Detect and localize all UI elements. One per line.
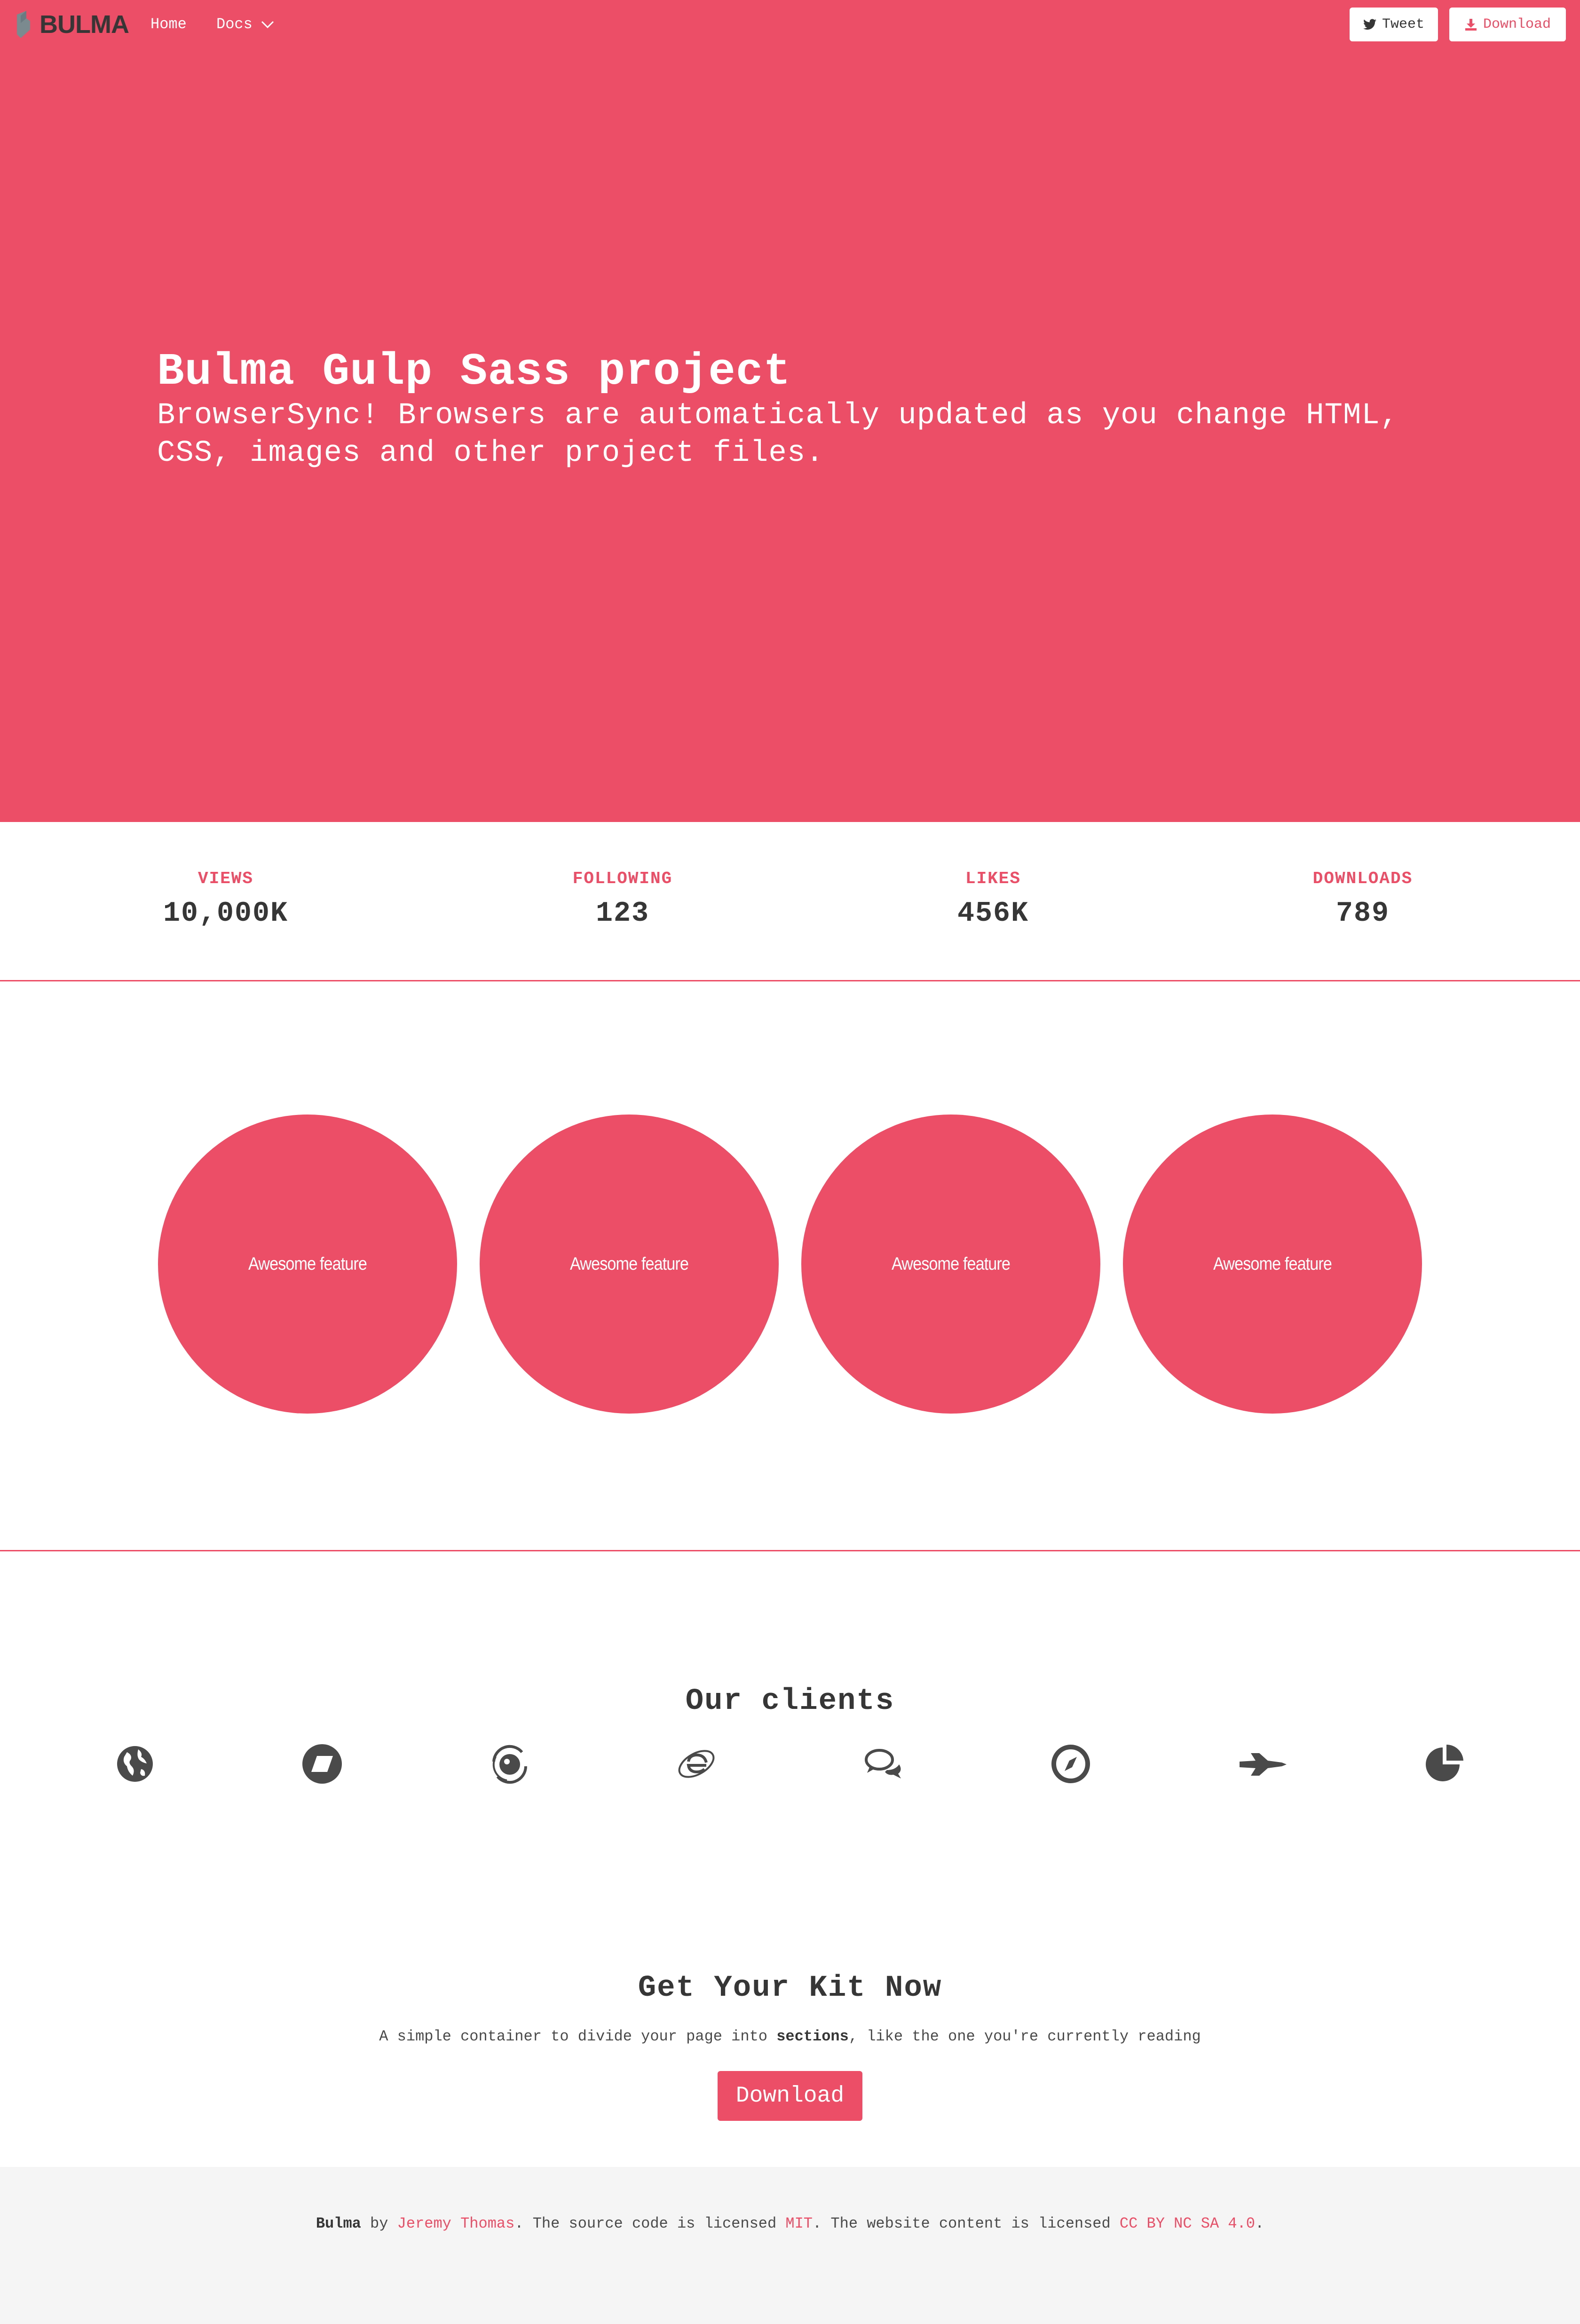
footer-brand: Bulma bbox=[316, 2215, 361, 2232]
footer-by: by bbox=[361, 2215, 397, 2232]
stat-downloads: DOWNLOADS 789 bbox=[1269, 869, 1457, 930]
download-icon bbox=[1465, 19, 1477, 31]
nav-docs-label: Docs bbox=[216, 16, 253, 33]
chevron-down-icon bbox=[261, 21, 274, 29]
brand-text: BULMA bbox=[40, 10, 129, 39]
stat-label: DOWNLOADS bbox=[1312, 869, 1413, 888]
pie-chart-icon bbox=[1426, 1745, 1463, 1781]
tweet-button[interactable]: Tweet bbox=[1350, 8, 1438, 41]
stats-level: VIEWS 10,000K FOLLOWING 123 LIKES 456K D… bbox=[0, 822, 1580, 981]
download-nav-button[interactable]: Download bbox=[1449, 8, 1566, 41]
hero-title: Bulma Gulp Sass project bbox=[157, 346, 791, 397]
stat-label: VIEWS bbox=[198, 869, 254, 888]
stat-value: 456K bbox=[957, 898, 1029, 930]
feature-circle: Awesome feature bbox=[801, 1115, 1100, 1414]
author-link[interactable]: Jeremy Thomas bbox=[397, 2215, 515, 2232]
feature-label: Awesome feature bbox=[569, 1254, 689, 1274]
clients-title: Our clients bbox=[685, 1684, 895, 1718]
mit-license-link[interactable]: MIT bbox=[785, 2215, 813, 2232]
footer-end: . bbox=[1255, 2215, 1264, 2232]
orbit-icon bbox=[492, 1745, 528, 1784]
hero-subtitle: BrowserSync! Browsers are automatically … bbox=[157, 399, 1399, 470]
twitter-icon bbox=[1363, 19, 1376, 30]
nav-docs-dropdown[interactable]: Docs bbox=[216, 14, 274, 35]
internet-explorer-icon bbox=[678, 1750, 715, 1778]
chat-bubbles-icon bbox=[865, 1749, 901, 1779]
kit-download-button[interactable]: Download bbox=[718, 2071, 862, 2121]
kit-text-before: A simple container to divide your page i… bbox=[379, 2028, 777, 2045]
kit-description: A simple container to divide your page i… bbox=[0, 2028, 1580, 2045]
feature-circle: Awesome feature bbox=[480, 1115, 779, 1414]
feature-label: Awesome feature bbox=[891, 1254, 1011, 1274]
cc-license-link[interactable]: CC BY NC SA 4.0 bbox=[1120, 2215, 1255, 2232]
nav-home-link[interactable]: Home bbox=[150, 14, 187, 35]
stat-following: FOLLOWING 123 bbox=[529, 869, 717, 930]
compass-icon bbox=[1051, 1745, 1090, 1783]
stat-value: 123 bbox=[595, 898, 650, 930]
kit-download-label: Download bbox=[735, 2083, 845, 2109]
download-nav-label: Download bbox=[1483, 16, 1551, 32]
parallelogram-icon bbox=[302, 1744, 342, 1784]
space-shuttle-icon bbox=[1240, 1753, 1287, 1776]
features-section: Awesome feature Awesome feature Awesome … bbox=[0, 980, 1580, 1551]
stat-label: FOLLOWING bbox=[572, 869, 673, 888]
brand-logo[interactable]: BULMA bbox=[14, 10, 129, 39]
kit-text-after: , like the one you're currently reading bbox=[848, 2028, 1201, 2045]
stat-value: 10,000K bbox=[163, 898, 289, 930]
feature-circle: Awesome feature bbox=[158, 1115, 457, 1414]
feature-label: Awesome feature bbox=[248, 1254, 367, 1274]
kit-title: Get Your Kit Now bbox=[638, 1971, 942, 2005]
footer: Bulma by Jeremy Thomas. The source code … bbox=[0, 2167, 1580, 2324]
footer-mid1: . The source code is licensed bbox=[514, 2215, 786, 2232]
globe-icon bbox=[117, 1746, 153, 1782]
tweet-label: Tweet bbox=[1382, 16, 1424, 32]
footer-mid2: . The website content is licensed bbox=[813, 2215, 1120, 2232]
stat-label: LIKES bbox=[965, 869, 1021, 888]
stat-views: VIEWS 10,000K bbox=[132, 869, 320, 930]
stat-likes: LIKES 456K bbox=[899, 869, 1087, 930]
feature-circle: Awesome feature bbox=[1123, 1115, 1422, 1414]
navbar: BULMA Home Docs Tweet Download bbox=[0, 0, 1580, 49]
bulma-logo-icon bbox=[17, 11, 30, 38]
hero-section: BULMA Home Docs Tweet Download Bulma Gul… bbox=[0, 0, 1580, 822]
feature-label: Awesome feature bbox=[1213, 1254, 1332, 1274]
stat-value: 789 bbox=[1335, 898, 1390, 930]
footer-text: Bulma by Jeremy Thomas. The source code … bbox=[0, 2215, 1580, 2232]
kit-text-bold: sections bbox=[776, 2028, 849, 2045]
